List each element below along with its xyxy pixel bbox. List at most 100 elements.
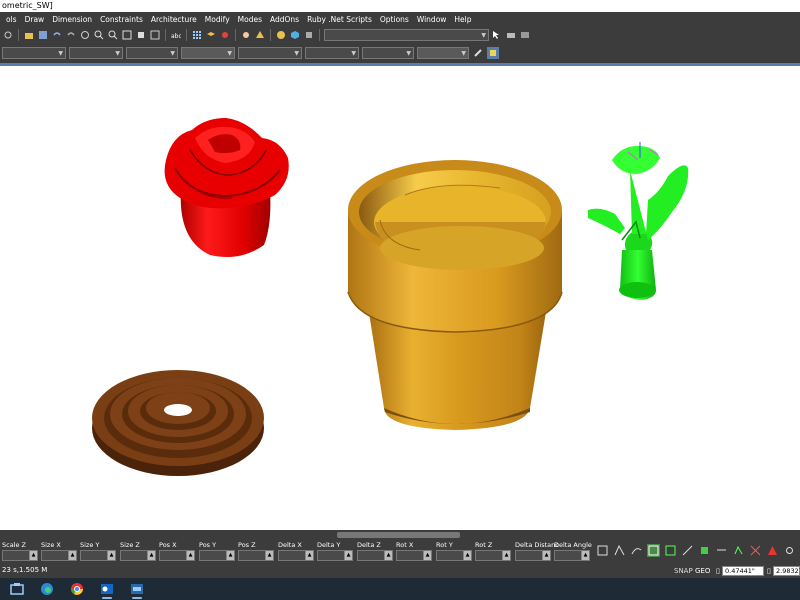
brush-icon[interactable] <box>472 47 484 59</box>
open-file-icon[interactable] <box>23 29 35 41</box>
menu-dimension[interactable]: Dimension <box>48 15 96 24</box>
redo-icon[interactable] <box>65 29 77 41</box>
properties-icon[interactable] <box>149 29 161 41</box>
layer-dropdown[interactable]: ▼ <box>2 47 66 59</box>
spin-button[interactable]: ▲ <box>463 551 471 560</box>
drawing-viewport[interactable] <box>0 66 800 530</box>
horizontal-scrollbar[interactable] <box>0 530 800 540</box>
snap-tangent-icon[interactable] <box>630 544 643 557</box>
size-y-input[interactable]: ▲ <box>80 550 116 561</box>
spin-button[interactable]: ▲ <box>502 551 510 560</box>
snap-perpendicular-icon[interactable] <box>664 544 677 557</box>
stem-model[interactable] <box>588 142 689 300</box>
spin-button[interactable]: ▲ <box>542 551 550 560</box>
coordinate-y-field[interactable]: 2.98327" <box>773 566 800 576</box>
snap-midpoint-icon[interactable] <box>613 544 626 557</box>
rot-z-input[interactable]: ▲ <box>475 550 511 561</box>
menu-modes[interactable]: Modes <box>234 15 266 24</box>
spin-button[interactable]: ▲ <box>29 551 37 560</box>
menu-draw[interactable]: Draw <box>21 15 49 24</box>
zoom-out-icon[interactable] <box>107 29 119 41</box>
linetype-dropdown[interactable]: ▼ <box>126 47 178 59</box>
size-z-input[interactable]: ▲ <box>120 550 156 561</box>
dim-style-dropdown[interactable]: ▼ <box>417 47 469 59</box>
menu-architecture[interactable]: Architecture <box>147 15 201 24</box>
pos-x-input[interactable]: ▲ <box>159 550 195 561</box>
menu-options[interactable]: Options <box>376 15 413 24</box>
snap-intersection-icon[interactable] <box>749 544 762 557</box>
spin-button[interactable]: ▲ <box>423 551 431 560</box>
coordinate-x-field[interactable]: 0.47441" <box>722 566 764 576</box>
chrome-icon[interactable] <box>66 579 88 599</box>
delta-y-input[interactable]: ▲ <box>317 550 353 561</box>
menu-ruby-net-scripts[interactable]: Ruby .Net Scripts <box>303 15 376 24</box>
zoom-window-icon[interactable] <box>121 29 133 41</box>
material-icon[interactable] <box>303 29 315 41</box>
geo-toggle[interactable]: GEO <box>695 567 710 575</box>
delta-x-input[interactable]: ▲ <box>278 550 314 561</box>
color-icon[interactable] <box>219 29 231 41</box>
pos-y-input[interactable]: ▲ <box>199 550 235 561</box>
spell-check-icon[interactable]: abc <box>170 29 182 41</box>
pos-z-input[interactable]: ▲ <box>238 550 274 561</box>
zoom-extents-icon[interactable] <box>135 29 147 41</box>
layer-icon[interactable] <box>205 29 217 41</box>
spin-button[interactable]: ▲ <box>147 551 155 560</box>
plot-style-dropdown[interactable]: ▼ <box>305 47 359 59</box>
color-dropdown[interactable]: ▼ <box>69 47 123 59</box>
snap-grid-icon[interactable] <box>647 544 660 557</box>
spin-button[interactable]: ▲ <box>107 551 115 560</box>
match-properties-icon[interactable] <box>487 47 499 59</box>
snap-toggle[interactable]: SNAP <box>674 567 693 575</box>
snap-quadrant-icon[interactable] <box>732 544 745 557</box>
menu-tools[interactable]: ols <box>2 15 21 24</box>
help-cursor-icon[interactable] <box>491 29 503 41</box>
snap-nearest-icon[interactable] <box>698 544 711 557</box>
save-icon[interactable] <box>37 29 49 41</box>
outlook-icon[interactable] <box>96 579 118 599</box>
lineweight-dropdown[interactable]: ▼ <box>181 47 235 59</box>
snap-triangle-icon[interactable] <box>766 544 779 557</box>
undo-icon[interactable] <box>51 29 63 41</box>
redraw-icon[interactable] <box>79 29 91 41</box>
spin-button[interactable]: ▲ <box>384 551 392 560</box>
sphere-icon[interactable] <box>275 29 287 41</box>
spin-button[interactable]: ▲ <box>68 551 76 560</box>
scale-z-input[interactable]: ▲ <box>2 550 38 561</box>
rot-y-input[interactable]: ▲ <box>436 550 472 561</box>
spin-button[interactable]: ▲ <box>581 551 589 560</box>
menu-window[interactable]: Window <box>413 15 451 24</box>
menu-addons[interactable]: AddOns <box>266 15 303 24</box>
edge-icon[interactable] <box>36 579 58 599</box>
tool-icon[interactable] <box>2 29 14 41</box>
flower-pot-model[interactable] <box>347 160 563 430</box>
text-style-dropdown[interactable]: ▼ <box>362 47 414 59</box>
spin-button[interactable]: ▲ <box>344 551 352 560</box>
delta-distance-input[interactable]: ▲ <box>515 550 551 561</box>
delta-angle-input[interactable]: ▲ <box>554 550 590 561</box>
hand-icon[interactable] <box>240 29 252 41</box>
rot-x-input[interactable]: ▲ <box>396 550 432 561</box>
plot-icon[interactable] <box>519 29 531 41</box>
snap-endpoint-icon[interactable] <box>596 544 609 557</box>
spin-button[interactable]: ▲ <box>226 551 234 560</box>
cad-app-icon[interactable] <box>126 579 148 599</box>
snap-center-icon[interactable] <box>715 544 728 557</box>
spin-button[interactable]: ▲ <box>186 551 194 560</box>
spin-button[interactable]: ▲ <box>305 551 313 560</box>
scrollbar-thumb[interactable] <box>337 532 460 538</box>
spin-button[interactable]: ▲ <box>265 551 273 560</box>
menu-constraints[interactable]: Constraints <box>96 15 147 24</box>
snap-node-icon[interactable] <box>783 544 796 557</box>
saucer-model[interactable] <box>92 370 264 476</box>
menu-modify[interactable]: Modify <box>201 15 234 24</box>
size-x-input[interactable]: ▲ <box>41 550 77 561</box>
windows-icon[interactable] <box>6 579 28 599</box>
snap-angle-icon[interactable] <box>681 544 694 557</box>
rose-model[interactable] <box>164 118 289 258</box>
print-icon[interactable] <box>505 29 517 41</box>
delta-z-input[interactable]: ▲ <box>357 550 393 561</box>
zoom-in-icon[interactable] <box>93 29 105 41</box>
menu-help[interactable]: Help <box>450 15 475 24</box>
grid-icon[interactable] <box>191 29 203 41</box>
